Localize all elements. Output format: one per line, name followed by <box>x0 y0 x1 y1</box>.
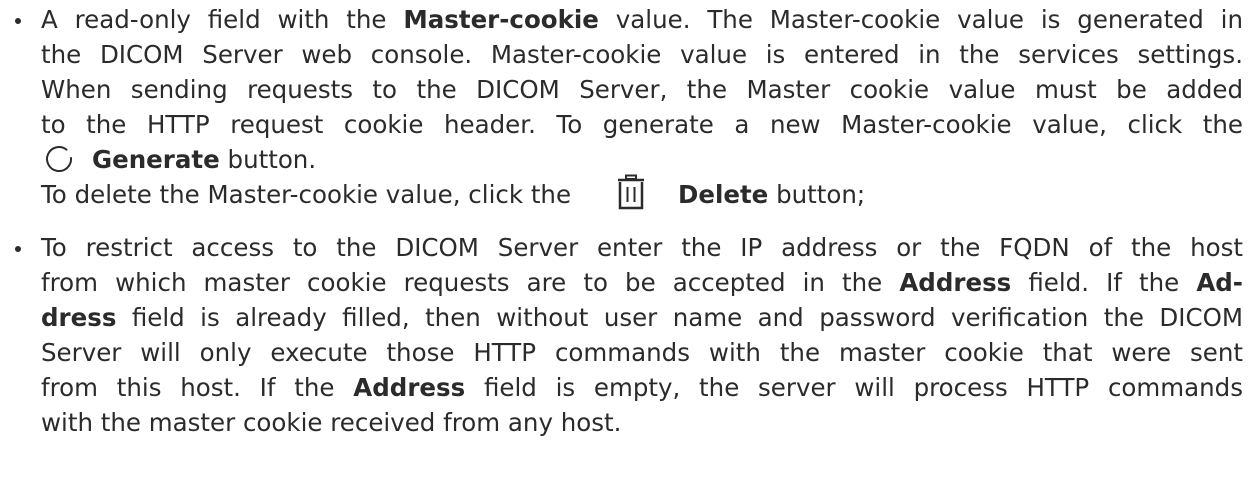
paragraph-line: from which master cookie requests are to… <box>41 268 1243 297</box>
bold-term-delete: Delete <box>678 180 769 209</box>
paragraph-line: When sending requests to the DICOM Serve… <box>41 75 1243 104</box>
bullet-dot <box>15 18 21 24</box>
paragraph-line: with the master cookie received from any… <box>41 408 622 437</box>
bold-term-address-cont: dress <box>41 303 117 332</box>
paragraph-line: A read-only field with the Master-cookie… <box>41 5 1243 34</box>
paragraph-line: to the HTTP request cookie header. To ge… <box>41 110 1243 139</box>
bold-term-address: Address <box>353 373 466 402</box>
trash-icon <box>618 174 644 210</box>
paragraph-line: Server will only execute those HTTP comm… <box>41 338 1243 367</box>
paragraph-line: the DICOM Server web console. Master-coo… <box>41 40 1243 69</box>
bullet-dot <box>15 246 21 252</box>
paragraph-line: Delete button; <box>678 180 866 209</box>
bold-term-generate: Generate <box>92 145 220 174</box>
paragraph-line: Generate button. <box>92 145 317 174</box>
paragraph-line: To restrict access to the DICOM Server e… <box>41 233 1243 262</box>
document-page: A read-only field with the Master-cookie… <box>0 0 1255 486</box>
bold-term-address-hyphen: Ad- <box>1196 268 1243 297</box>
paragraph-line: dress field is already filled, then with… <box>41 303 1243 332</box>
paragraph-line: from this host. If the Address field is … <box>41 373 1243 402</box>
bold-term-address: Address <box>899 268 1012 297</box>
refresh-icon <box>46 146 73 172</box>
paragraph-line: To delete the Master-cookie value, click… <box>41 180 572 209</box>
bold-term-master-cookie: Master-cookie <box>403 5 599 34</box>
